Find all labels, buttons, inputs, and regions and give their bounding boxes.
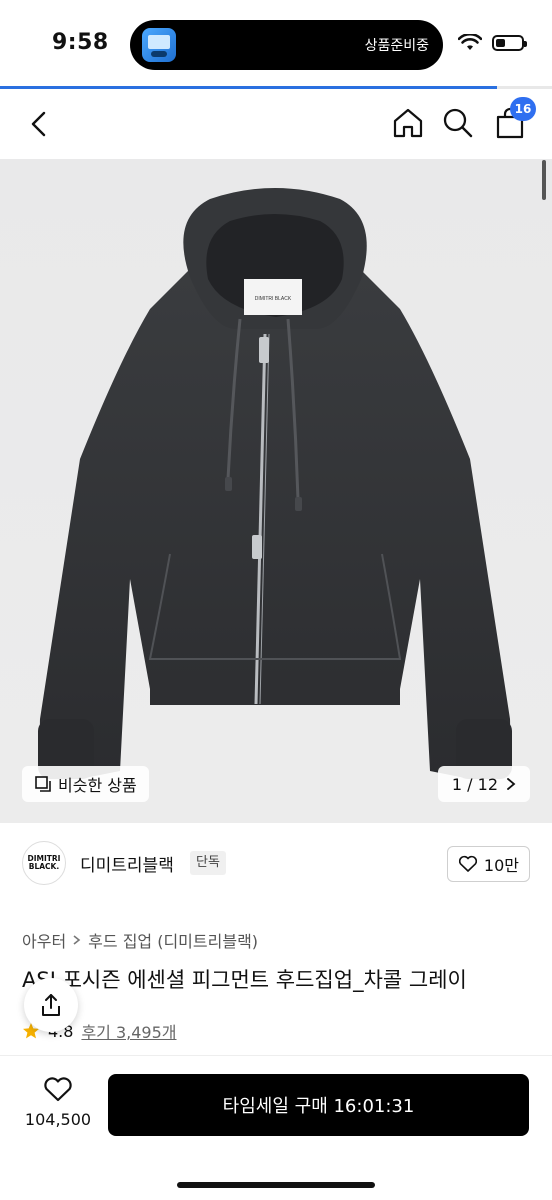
search-button[interactable] [438,103,478,143]
top-nav: 16 [0,89,552,159]
similar-products-button[interactable]: 비슷한 상품 [22,766,149,802]
buy-button[interactable]: 타임세일 구매 16:01:31 [108,1074,529,1136]
share-button[interactable] [24,978,78,1032]
home-icon [393,108,423,138]
scroll-indicator[interactable] [542,160,546,200]
search-icon [443,108,473,138]
brand-like-count: 10만 [483,856,519,875]
breadcrumb-item-category[interactable]: 아우터 [22,928,66,952]
brand-logo-line2: BLACK. [28,862,60,871]
dynamic-island[interactable]: 상품준비중 [130,20,443,70]
wishlist-count: 104,500 [24,1110,92,1129]
chevron-left-icon [31,111,46,137]
cart-count-badge: 16 [510,97,536,121]
status-time: 9:58 [52,30,109,55]
hoodie-image: DIMITRI BLACK [38,188,512,779]
similar-products-label: 비슷한 상품 [58,776,137,795]
product-image[interactable]: DIMITRI BLACK 비슷한 상품 1 / 12 [0,159,552,823]
heart-icon [458,855,477,872]
product-title: ASI 포시즌 에센셜 피그먼트 후드집업_차콜 그레이 [22,968,467,992]
home-button[interactable] [388,103,428,143]
wishlist-button[interactable]: 104,500 [22,1076,94,1129]
live-activity-app-icon [142,28,176,62]
status-bar: 9:58 상품준비중 [0,0,552,86]
image-pager[interactable]: 1 / 12 [437,766,530,802]
bottom-action-bar: 104,500 타임세일 구매 16:01:31 [0,1055,552,1200]
back-button[interactable] [22,107,56,141]
brand-logo[interactable]: DIMITRI BLACK. [22,841,66,885]
heart-icon [44,1077,72,1102]
wifi-icon [458,34,482,50]
chevron-right-icon [507,778,516,790]
home-indicator[interactable] [177,1182,375,1188]
chevron-right-icon [73,935,81,945]
breadcrumb-item-subcategory[interactable]: 후드 집업 (디미트리블랙) [88,928,258,952]
share-icon [42,994,60,1016]
battery-icon [492,35,527,51]
review-count-link[interactable]: 후기 3,495개 [81,1019,176,1043]
status-icons [458,34,527,52]
hoodie-label: DIMITRI BLACK [255,296,292,302]
brand-like-button[interactable]: 10만 [446,846,530,882]
breadcrumb: 아우터 후드 집업 (디미트리블랙) [22,928,258,952]
image-pager-text: 1 / 12 [451,774,498,794]
brand-row: DIMITRI BLACK. 디미트리블랙 단독 10만 [0,823,552,907]
cart-button[interactable]: 16 [490,97,536,143]
similar-icon [35,776,51,792]
exclusive-tag: 단독 [190,851,226,875]
island-status-text: 상품준비중 [364,38,429,54]
brand-name[interactable]: 디미트리블랙 [80,851,174,876]
